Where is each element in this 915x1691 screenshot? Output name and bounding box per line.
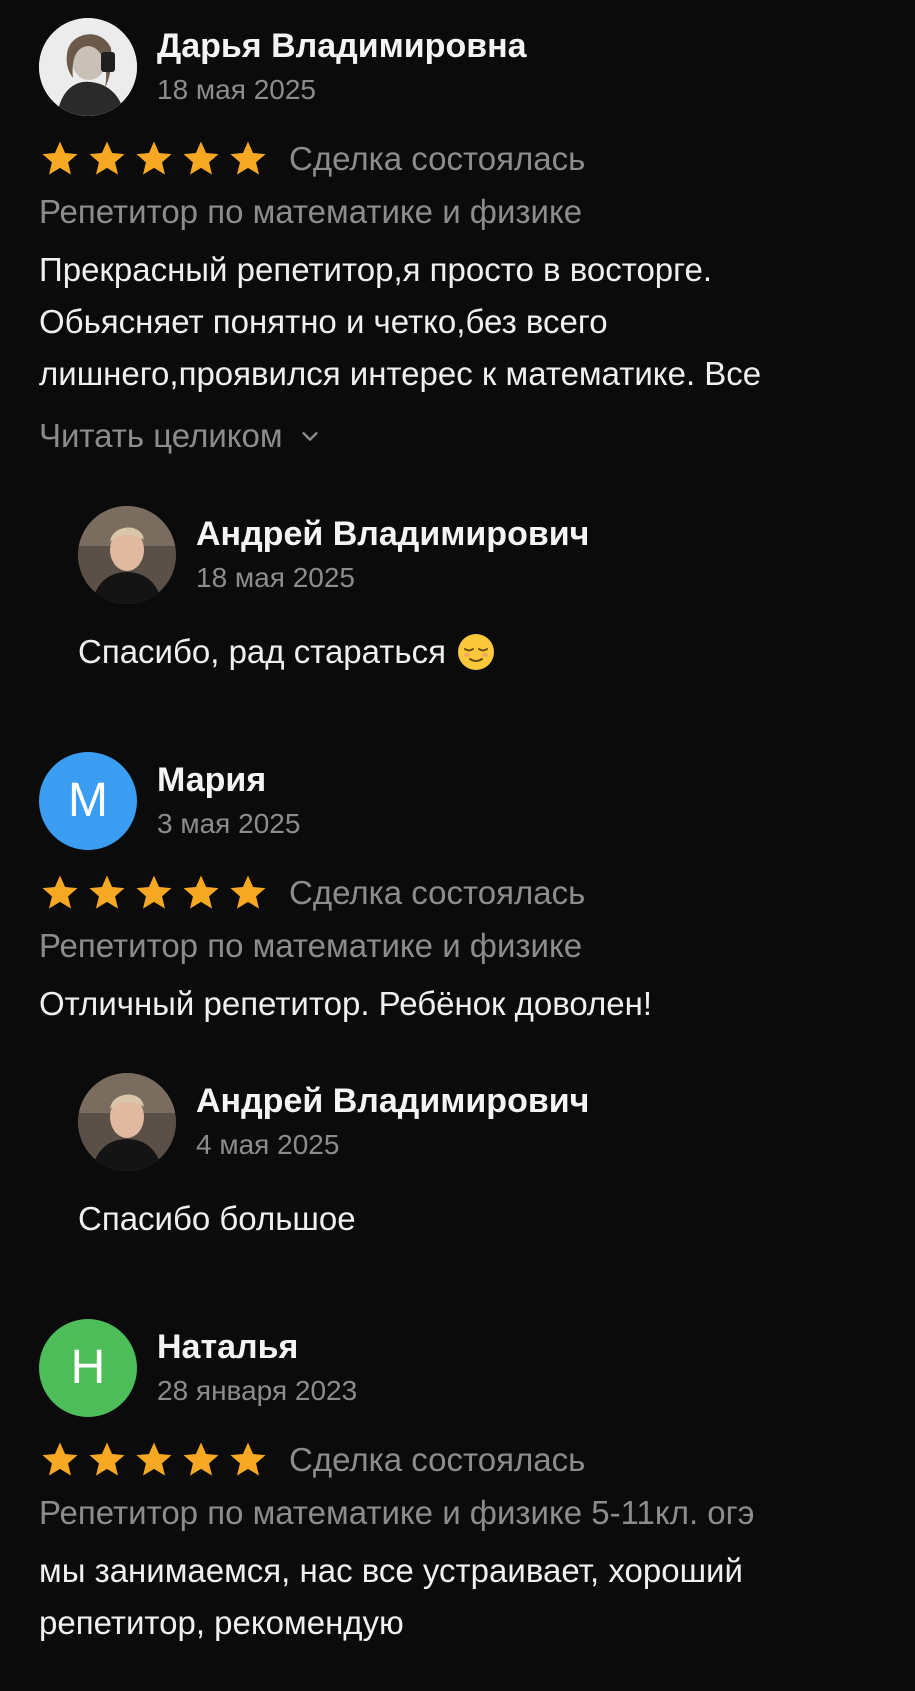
reviews-page: Дарья Владимировна 18 мая 2025 Сделка со… (0, 0, 915, 1691)
avatar[interactable]: Н (39, 1319, 137, 1417)
review-text-line: лишнего,проявился интерес к математике. … (39, 355, 762, 392)
author-name[interactable]: Андрей Владимирович (196, 1080, 589, 1122)
review-text: мы занимаемся, нас все устраивает, хорош… (39, 1545, 879, 1649)
author-name[interactable]: Андрей Владимирович (196, 513, 589, 555)
review-header: М Мария 3 мая 2025 (39, 752, 879, 850)
star-icon (230, 141, 266, 175)
star-icon (183, 141, 219, 175)
author-block: Андрей Владимирович 4 мая 2025 (196, 1080, 589, 1164)
reply-text-content: Спасибо большое (78, 1200, 356, 1237)
review-text-line: Обьясняет понятно и четко,без всего (39, 303, 608, 340)
review-text-line: мы занимаемся, нас все устраивает, хорош… (39, 1552, 743, 1589)
reply-header: Андрей Владимирович 18 мая 2025 (78, 506, 878, 604)
chevron-down-icon (302, 432, 318, 441)
user-photo-icon (78, 1073, 176, 1171)
review-date: 28 января 2023 (157, 1375, 358, 1406)
star-icon (136, 1442, 172, 1476)
star-icon (136, 875, 172, 909)
star-rating (39, 1439, 269, 1481)
star-icon (89, 1442, 125, 1476)
user-photo-icon (39, 18, 137, 116)
reply-date: 4 мая 2025 (196, 1129, 340, 1160)
review-text: Отличный репетитор. Ребёнок доволен! (39, 978, 879, 1030)
star-icon (230, 1442, 266, 1476)
review-date: 18 мая 2025 (157, 74, 316, 105)
author-name[interactable]: Мария (157, 759, 300, 801)
deal-status: Сделка состоялась (289, 140, 586, 177)
author-block: Мария 3 мая 2025 (157, 759, 300, 843)
deal-status: Сделка состоялась (289, 874, 586, 911)
star-rating (39, 138, 269, 180)
review-text-line: репетитор, рекомендую (39, 1604, 404, 1641)
star-icon (183, 1442, 219, 1476)
relieved-face-icon (457, 634, 494, 670)
avatar-letter: Н (70, 1341, 106, 1394)
star-icon (230, 875, 266, 909)
rating-row: Сделка состоялась (39, 872, 879, 914)
author-block: Дарья Владимировна 18 мая 2025 (157, 25, 527, 109)
star-icon (89, 141, 125, 175)
avatar[interactable] (39, 18, 137, 116)
review-text: Прекрасный репетитор,я просто в восторге… (39, 244, 879, 400)
author-block: Андрей Владимирович 18 мая 2025 (196, 513, 589, 597)
owner-reply: Андрей Владимирович 18 мая 2025 Спасибо,… (78, 506, 878, 674)
service-title[interactable]: Репетитор по математике и физике 5-11кл.… (39, 1491, 879, 1535)
avatar[interactable] (78, 1073, 176, 1171)
review-header: Н Наталья 28 января 2023 (39, 1319, 879, 1417)
read-more-button[interactable]: Читать целиком (39, 414, 879, 458)
reply-text-content: Спасибо, рад стараться (78, 633, 446, 670)
service-title[interactable]: Репетитор по математике и физике (39, 190, 879, 234)
author-block: Наталья 28 января 2023 (157, 1326, 357, 1410)
avatar[interactable]: М (39, 752, 137, 850)
review-card: М Мария 3 мая 2025 Сделка состоялась Реп… (39, 752, 879, 1030)
review-date: 3 мая 2025 (157, 808, 301, 839)
reply-text: Спасибо большое (78, 1197, 878, 1241)
service-title[interactable]: Репетитор по математике и физике (39, 924, 879, 968)
star-icon (183, 875, 219, 909)
star-icon (42, 875, 78, 909)
review-text-line: Отличный репетитор. Ребёнок доволен! (39, 985, 653, 1022)
review-header: Дарья Владимировна 18 мая 2025 (39, 18, 879, 116)
review-card: Дарья Владимировна 18 мая 2025 Сделка со… (39, 18, 879, 458)
star-icon (89, 875, 125, 909)
review-text-line: Прекрасный репетитор,я просто в восторге… (39, 251, 712, 288)
star-icon (42, 141, 78, 175)
deal-status: Сделка состоялась (289, 1441, 586, 1478)
star-rating (39, 872, 269, 914)
reply-header: Андрей Владимирович 4 мая 2025 (78, 1073, 878, 1171)
rating-row: Сделка состоялась (39, 1439, 879, 1481)
author-name[interactable]: Дарья Владимировна (157, 25, 527, 67)
avatar-letter: М (68, 774, 108, 827)
owner-reply: Андрей Владимирович 4 мая 2025 Спасибо б… (78, 1073, 878, 1241)
star-icon (136, 141, 172, 175)
review-card: Н Наталья 28 января 2023 Сделка состояла… (39, 1319, 879, 1649)
avatar[interactable] (78, 506, 176, 604)
author-name[interactable]: Наталья (157, 1326, 357, 1368)
star-icon (42, 1442, 78, 1476)
rating-row: Сделка состоялась (39, 138, 879, 180)
reply-text: Спасибо, рад стараться (78, 630, 878, 674)
user-photo-icon (78, 506, 176, 604)
reply-date: 18 мая 2025 (196, 562, 355, 593)
read-more-label: Читать целиком (39, 417, 283, 454)
